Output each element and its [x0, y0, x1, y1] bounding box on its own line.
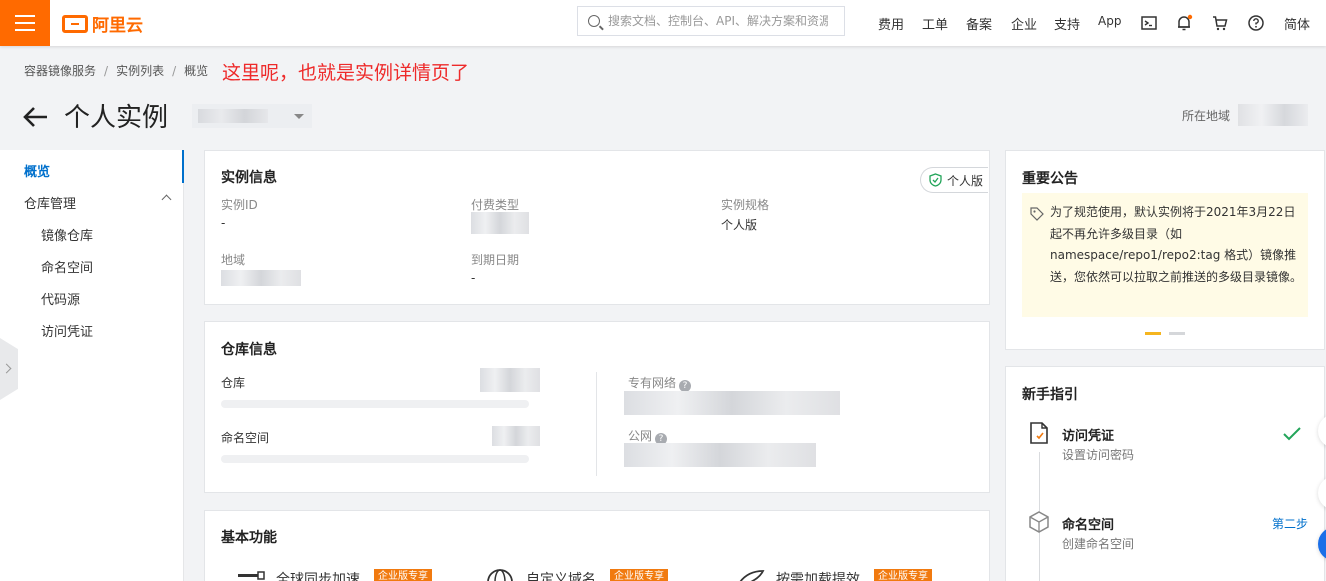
nav-link-billing[interactable]: 费用: [878, 14, 904, 33]
step-credentials-title[interactable]: 访问凭证: [1062, 425, 1114, 444]
carousel-pagination: [1145, 332, 1185, 335]
carousel-dot-active[interactable]: [1145, 332, 1161, 335]
region-field-label: 地域: [221, 253, 246, 267]
step-namespace-title[interactable]: 命名空间: [1062, 514, 1114, 533]
enterprise-only-tag: 企业版专享: [610, 569, 668, 581]
red-annotation-text: 这里呢，也就是实例详情页了: [222, 62, 470, 84]
expire-date-label: 到期日期: [471, 253, 520, 267]
document-check-icon: [1030, 422, 1048, 444]
step-two-link[interactable]: 第二步: [1272, 515, 1308, 532]
logo-mark-icon: [62, 14, 88, 33]
blurred-pay-type: [471, 212, 529, 234]
nav-link-icp[interactable]: 备案: [966, 14, 992, 33]
checkmark-icon: [1283, 427, 1301, 441]
step-credentials-subtitle: 设置访问密码: [1062, 448, 1135, 462]
search-input[interactable]: [608, 14, 828, 28]
instance-id-value: -: [221, 216, 226, 230]
menu-hamburger-icon[interactable]: [0, 0, 50, 46]
expire-date-value: -: [471, 271, 476, 285]
carousel-dot[interactable]: [1169, 332, 1185, 335]
terminal-icon[interactable]: [1140, 14, 1158, 32]
logo-text: 阿里云: [92, 16, 143, 36]
page-title: 个人实例: [64, 103, 169, 133]
cube-icon: [1029, 511, 1049, 533]
breadcrumb-item-instances[interactable]: 实例列表: [116, 62, 164, 79]
sidebar-active-indicator: [182, 150, 184, 183]
globe-icon: [487, 569, 513, 581]
basic-features-title: 基本功能: [221, 530, 277, 546]
public-label-text: 公网: [628, 429, 653, 443]
search-icon: [588, 15, 600, 27]
blurred-region-value: [1238, 104, 1308, 126]
top-navigation-bar: 阿里云 费用 工单 备案 企业 支持 App 简体: [0, 0, 1326, 46]
language-switch[interactable]: 简体: [1284, 14, 1310, 33]
sidebar: [0, 150, 184, 581]
announcement-notice: 为了规范使用，默认实例将于2021年3月22日起不再允许多级目录（如namesp…: [1022, 193, 1308, 317]
breadcrumb-item-overview: 概览: [184, 64, 209, 78]
repo-usage-bar: [221, 400, 529, 408]
announcement-text: 为了规范使用，默认实例将于2021年3月22日起不再允许多级目录（如namesp…: [1050, 205, 1303, 284]
blurred-public-endpoint: [624, 443, 816, 467]
instance-select[interactable]: [192, 104, 312, 128]
sidebar-item-credentials[interactable]: 访问凭证: [41, 321, 93, 340]
repo-info-title: 仓库信息: [221, 342, 277, 358]
nav-link-support[interactable]: 支持: [1054, 14, 1080, 33]
sidebar-item-overview[interactable]: 概览: [24, 161, 50, 180]
pay-type-label: 付费类型: [471, 198, 520, 212]
breadcrumb-separator: /: [172, 63, 177, 78]
enterprise-only-tag: 企业版专享: [874, 569, 932, 581]
blurred-region: [221, 270, 301, 286]
nav-link-app[interactable]: App: [1098, 14, 1121, 28]
tag-icon: [1030, 207, 1044, 221]
enterprise-only-tag: 企业版专享: [374, 569, 432, 581]
instance-info-card: [204, 150, 990, 305]
sidebar-item-code-source[interactable]: 代码源: [41, 289, 80, 308]
nav-link-enterprise[interactable]: 企业: [1011, 14, 1037, 33]
announcement-title: 重要公告: [1022, 171, 1078, 187]
repo-count-label: 仓库: [221, 376, 246, 390]
chevron-down-icon: [294, 114, 304, 119]
aliyun-logo[interactable]: 阿里云: [62, 11, 143, 36]
feature-label-lazy-load[interactable]: 按需加载提效: [776, 569, 860, 581]
edition-badge-label: 个人版: [947, 173, 984, 188]
breadcrumb-item-acr[interactable]: 容器镜像服务: [24, 62, 96, 79]
blurred-instance-name: [198, 109, 268, 123]
beginner-guide-title: 新手指引: [1022, 387, 1078, 403]
step-namespace-subtitle: 创建命名空间: [1062, 537, 1135, 551]
instance-id-label: 实例ID: [221, 198, 258, 212]
nav-link-ticket[interactable]: 工单: [922, 14, 948, 33]
namespace-usage-bar: [221, 455, 529, 463]
breadcrumb: 容器镜像服务 / 实例列表 / 概览: [24, 62, 208, 79]
bell-icon[interactable]: [1175, 14, 1193, 32]
blurred-vpc-endpoint: [624, 391, 840, 415]
rocket-icon: [739, 570, 765, 581]
shield-check-icon: [929, 173, 942, 187]
feature-label-custom-domain[interactable]: 自定义域名: [526, 569, 596, 581]
global-sync-icon: [238, 571, 265, 580]
sidebar-item-image-repos[interactable]: 镜像仓库: [41, 225, 93, 244]
feature-label-global-sync[interactable]: 全球同步加速: [276, 569, 360, 581]
instance-spec-value: 个人版: [721, 218, 758, 232]
blurred-repo-count: [480, 368, 540, 392]
vpc-endpoint-label: 专有网络?: [628, 374, 692, 392]
breadcrumb-separator: /: [104, 63, 109, 78]
back-arrow-icon[interactable]: [22, 103, 50, 131]
vpc-label-text: 专有网络: [628, 376, 677, 390]
global-search[interactable]: [577, 6, 845, 36]
edition-badge: 个人版: [920, 167, 988, 193]
instance-info-title: 实例信息: [221, 170, 277, 186]
region-label: 所在地域: [1182, 109, 1231, 123]
cart-icon[interactable]: [1211, 14, 1229, 32]
repo-card-divider: [596, 372, 597, 476]
namespace-count-label: 命名空间: [221, 431, 270, 445]
sidebar-item-repo-management[interactable]: 仓库管理: [24, 193, 76, 212]
blurred-namespace-count: [492, 426, 540, 446]
help-circle-icon[interactable]: [1247, 14, 1265, 32]
sidebar-item-namespaces[interactable]: 命名空间: [41, 257, 93, 276]
instance-spec-label: 实例规格: [721, 198, 770, 212]
